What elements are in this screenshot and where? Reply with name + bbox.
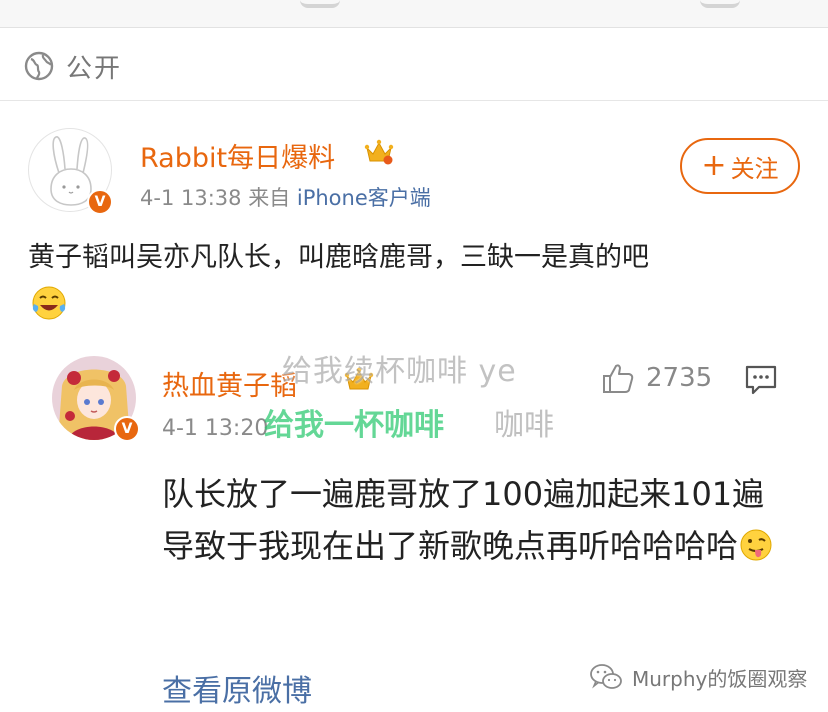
- plus-icon: +: [701, 148, 727, 183]
- reply-text-content: 队长放了一遍鹿哥放了100遍加起来101遍导致于我现在出了新歌晚点再听哈哈哈哈: [162, 475, 765, 565]
- globe-icon: [24, 51, 54, 81]
- comment-icon[interactable]: [744, 364, 778, 396]
- verified-badge: V: [114, 416, 140, 442]
- tongue-out-emoji-icon: [740, 529, 772, 561]
- watermark-text: 给我一杯咖啡: [264, 408, 444, 443]
- visibility-indicator: 公开: [24, 42, 122, 90]
- top-status-strip: [0, 0, 828, 28]
- author-name[interactable]: Rabbit每日爆料: [140, 136, 335, 175]
- cropped-glyph: [300, 0, 340, 8]
- thumbs-up-icon: [603, 364, 634, 393]
- crown-icon: [364, 139, 394, 165]
- credit-label: Murphy的饭圈观察: [632, 666, 808, 691]
- follow-label: 关注: [730, 154, 779, 183]
- view-original-link[interactable]: 查看原微博: [162, 666, 312, 710]
- watermark-text: 给我续杯咖啡 ye: [282, 354, 517, 389]
- source-prefix: 来自: [248, 186, 291, 210]
- post-meta: 4-1 13:38 来自 iPhone客户端: [140, 182, 431, 212]
- post-text: 黄子韬叫吴亦凡队长，叫鹿晗鹿哥，三缺一是真的吧: [28, 242, 649, 273]
- like-count: 2735: [646, 363, 713, 393]
- wechat-icon: [590, 664, 622, 689]
- reply-author-name[interactable]: 热血黄子韬: [162, 364, 297, 403]
- divider: [0, 100, 828, 101]
- visibility-label: 公开: [66, 53, 123, 84]
- laughing-tears-emoji-icon: [32, 286, 66, 320]
- verified-badge: V: [87, 189, 113, 215]
- watermark-text: 咖啡: [494, 408, 554, 443]
- like-button[interactable]: 2735: [600, 360, 712, 396]
- follow-button[interactable]: + 关注: [680, 138, 800, 194]
- source-credit: Murphy的饭圈观察: [588, 662, 807, 692]
- source-link[interactable]: iPhone客户端: [297, 186, 431, 210]
- author-avatar[interactable]: V: [28, 128, 113, 215]
- reply-author-avatar[interactable]: V: [52, 356, 140, 442]
- cropped-glyph: [700, 0, 740, 8]
- crown-icon: [344, 367, 374, 390]
- reply-time: 4-1 13:20: [162, 416, 269, 441]
- reply-text: 队长放了一遍鹿哥放了100遍加起来101遍导致于我现在出了新歌晚点再听哈哈哈哈: [162, 468, 792, 572]
- post-time: 4-1 13:38: [140, 186, 242, 210]
